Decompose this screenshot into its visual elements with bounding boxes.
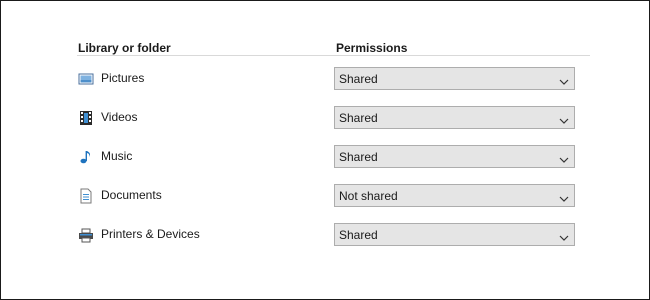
permissions-column-header: Permissions <box>336 41 408 55</box>
chevron-down-icon <box>559 152 569 163</box>
documents-permission-dropdown[interactable]: Not shared <box>334 184 575 207</box>
list-item-label: Documents <box>101 188 162 202</box>
printers-devices-permission-dropdown[interactable]: Shared <box>334 223 575 246</box>
list-item-label: Pictures <box>101 71 145 85</box>
list-item-videos: Videos Shared <box>1 106 650 130</box>
chevron-down-icon <box>559 230 569 241</box>
library-column-header: Library or folder <box>78 41 171 55</box>
list-item-pictures: Pictures Shared <box>1 67 650 91</box>
header-divider <box>77 55 590 56</box>
documents-icon <box>78 188 94 204</box>
videos-icon <box>78 110 94 126</box>
list-item-printers-devices: Printers & Devices Shared <box>1 223 650 247</box>
list-item-documents: Documents Not shared <box>1 184 650 208</box>
dropdown-value: Not shared <box>339 189 398 203</box>
list-item-music: Music Shared <box>1 145 650 169</box>
dropdown-value: Shared <box>339 150 378 164</box>
sharing-permissions-panel: Library or folder Permissions Pictures S… <box>0 0 650 300</box>
videos-permission-dropdown[interactable]: Shared <box>334 106 575 129</box>
dropdown-value: Shared <box>339 72 378 86</box>
dropdown-value: Shared <box>339 228 378 242</box>
printer-icon <box>78 227 94 243</box>
pictures-icon <box>78 71 94 87</box>
dropdown-value: Shared <box>339 111 378 125</box>
music-icon <box>78 149 94 165</box>
pictures-permission-dropdown[interactable]: Shared <box>334 67 575 90</box>
list-item-label: Videos <box>101 110 138 124</box>
music-permission-dropdown[interactable]: Shared <box>334 145 575 168</box>
chevron-down-icon <box>559 191 569 202</box>
list-item-label: Music <box>101 149 133 163</box>
chevron-down-icon <box>559 74 569 85</box>
list-item-label: Printers & Devices <box>101 227 200 241</box>
chevron-down-icon <box>559 113 569 124</box>
